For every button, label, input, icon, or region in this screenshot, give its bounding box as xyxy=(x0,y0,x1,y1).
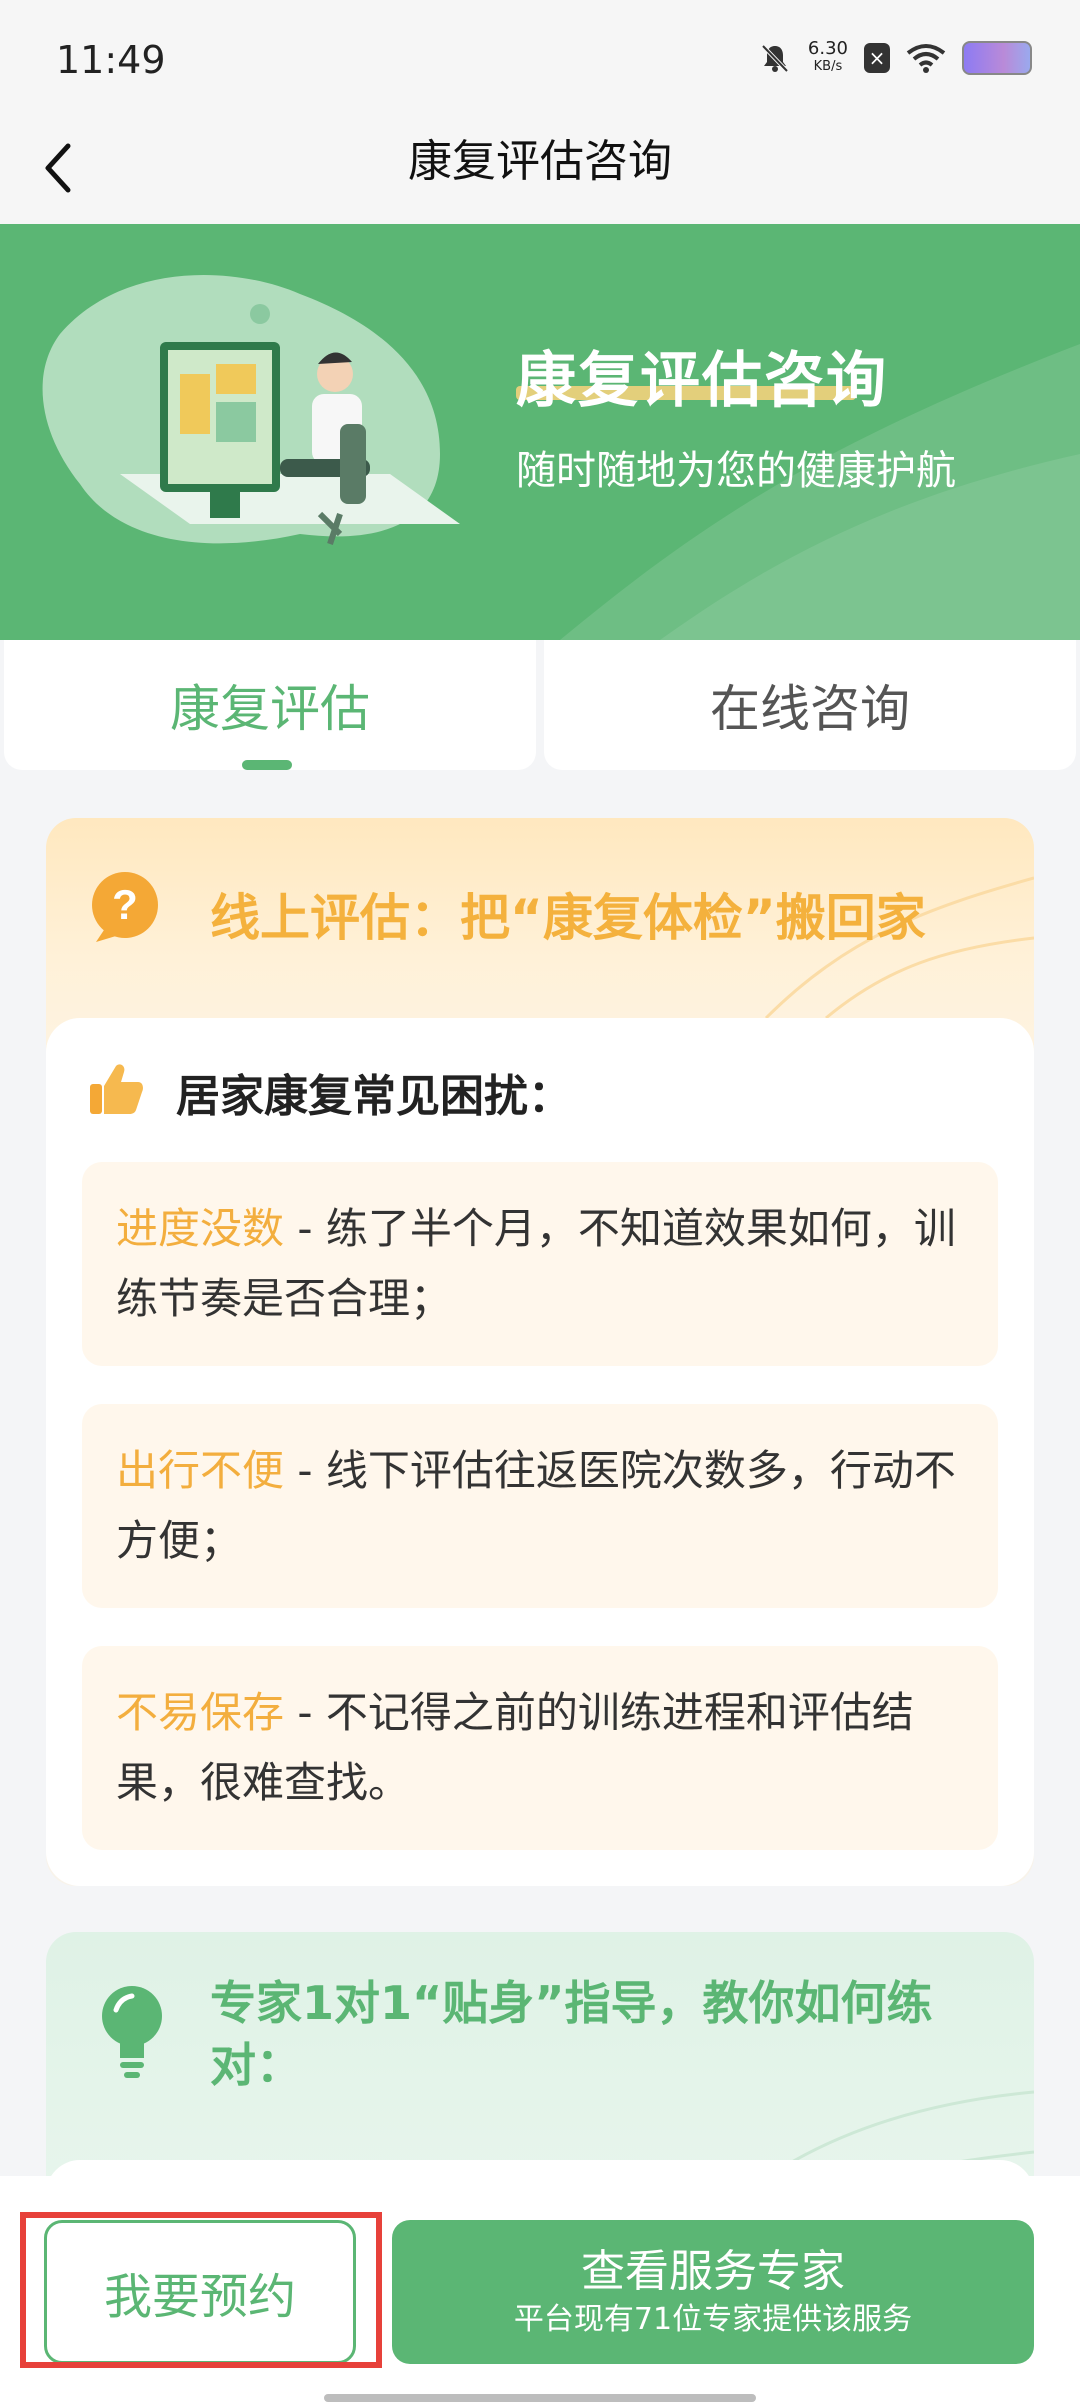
home-indicator[interactable] xyxy=(324,2394,756,2402)
tab-rehab-assessment[interactable]: 康复评估 xyxy=(4,640,536,770)
view-experts-label: 查看服务专家 xyxy=(581,2246,845,2297)
pain-point-text: 进度没数 - 练了半个月，不知道效果如何，训练节奏是否合理； xyxy=(82,1162,998,1366)
pain-point-item: 不易保存 - 不记得之前的训练进程和评估结果，很难查找。 xyxy=(82,1646,998,1850)
hero-banner: 康复评估咨询 随时随地为您的健康护航 xyxy=(0,224,1080,640)
tab-active-indicator xyxy=(242,760,292,770)
bell-muted-icon xyxy=(761,44,789,73)
battery-icon xyxy=(962,41,1032,75)
pain-point-item: 出行不便 - 线下评估往返医院次数多，行动不方便； xyxy=(82,1404,998,1608)
expert-count-text: 平台现有71位专家提供该服务 xyxy=(513,2302,913,2337)
pain-point-keyword: 出行不便 xyxy=(116,1446,285,1495)
page-title: 康复评估咨询 xyxy=(408,136,672,187)
pain-point-item: 进度没数 - 练了半个月，不知道效果如何，训练节奏是否合理； xyxy=(82,1162,998,1366)
wifi-icon xyxy=(906,44,946,73)
pain-point-keyword: 进度没数 xyxy=(116,1204,285,1253)
pain-point-text: 不易保存 - 不记得之前的训练进程和评估结果，很难查找。 xyxy=(82,1646,998,1850)
sim-off-icon: × xyxy=(864,43,890,73)
tab-label: 在线咨询 xyxy=(710,680,910,738)
net-speed-unit: KB/s xyxy=(813,59,843,74)
pain-points-heading: 居家康复常见困扰： xyxy=(176,1071,572,1122)
banner-illustration xyxy=(42,274,1080,640)
pain-point-keyword: 不易保存 xyxy=(116,1688,285,1737)
banner-title: 康复评估咨询 xyxy=(516,346,888,416)
question-icon: ? xyxy=(92,872,158,942)
section-title: 线上评估：把“康复体检”搬回家 xyxy=(210,889,926,947)
status-icons: 6.30 KB/s × xyxy=(758,40,1032,76)
net-speed-value: 6.30 xyxy=(807,38,848,59)
banner-subtitle: 随时随地为您的健康护航 xyxy=(516,448,956,494)
status-time: 11:49 xyxy=(56,38,166,82)
lightbulb-icon xyxy=(102,1986,162,2078)
svg-text:?: ? xyxy=(112,881,138,928)
pain-point-text: 出行不便 - 线下评估往返医院次数多，行动不方便； xyxy=(82,1404,998,1608)
tab-label: 康复评估 xyxy=(170,680,370,738)
view-experts-button[interactable]: 查看服务专家 平台现有71位专家提供该服务 xyxy=(392,2220,1034,2364)
highlight-box xyxy=(20,2212,382,2368)
net-speed: 6.30 KB/s xyxy=(808,40,848,76)
thumbs-up-icon xyxy=(90,1064,143,1114)
tab-online-consult[interactable]: 在线咨询 xyxy=(544,640,1076,770)
section-title: 专家1对1“贴身”指导，教你如何练对： xyxy=(210,1976,933,2092)
